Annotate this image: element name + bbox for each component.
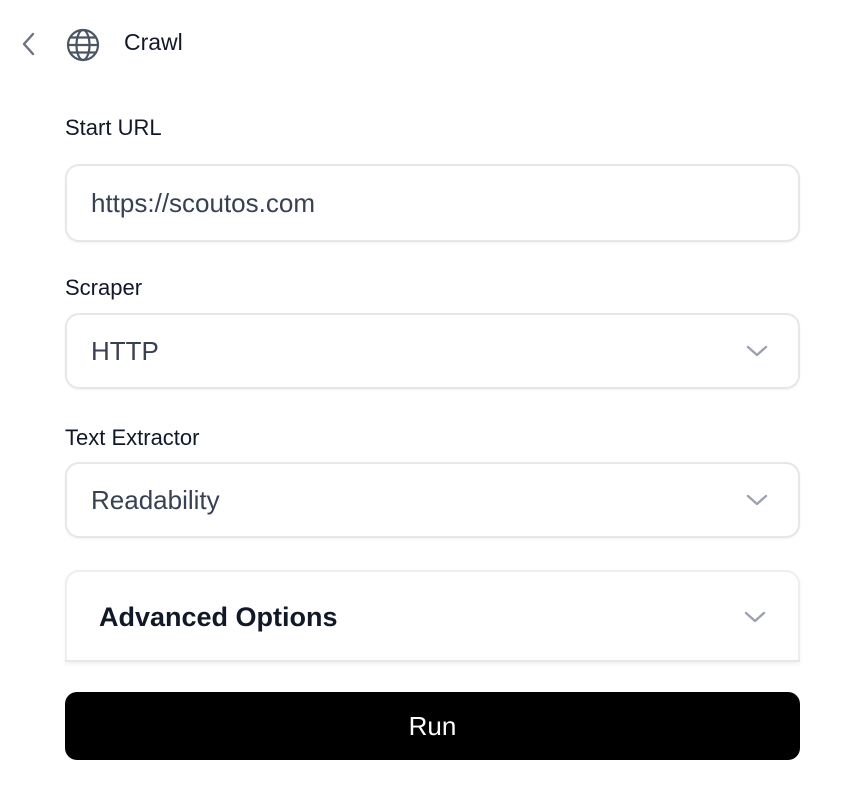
back-button[interactable] [14, 28, 42, 60]
start-url-label: Start URL [65, 115, 162, 140]
scraper-selected-value: HTTP [91, 335, 159, 366]
text-extractor-label: Text Extractor [65, 425, 200, 450]
scraper-label: Scraper [65, 275, 143, 300]
text-extractor-select[interactable]: Readability [65, 462, 800, 538]
advanced-options-toggle[interactable]: Advanced Options [65, 570, 800, 662]
chevron-down-icon [746, 344, 768, 358]
run-button[interactable]: Run [65, 692, 800, 760]
globe-icon [64, 26, 102, 64]
advanced-options-label: Advanced Options [99, 601, 338, 632]
scraper-select[interactable]: HTTP [65, 313, 800, 389]
chevron-down-icon [744, 610, 766, 624]
start-url-field[interactable] [65, 164, 800, 242]
chevron-down-icon [746, 493, 768, 507]
chevron-left-icon [22, 32, 35, 56]
text-extractor-selected-value: Readability [91, 484, 220, 515]
crawl-panel: Crawl Start URL Scraper HTTP Text Extrac… [0, 0, 864, 804]
header: Crawl [0, 0, 864, 88]
page-title: Crawl [124, 29, 183, 55]
start-url-input[interactable] [91, 166, 798, 240]
